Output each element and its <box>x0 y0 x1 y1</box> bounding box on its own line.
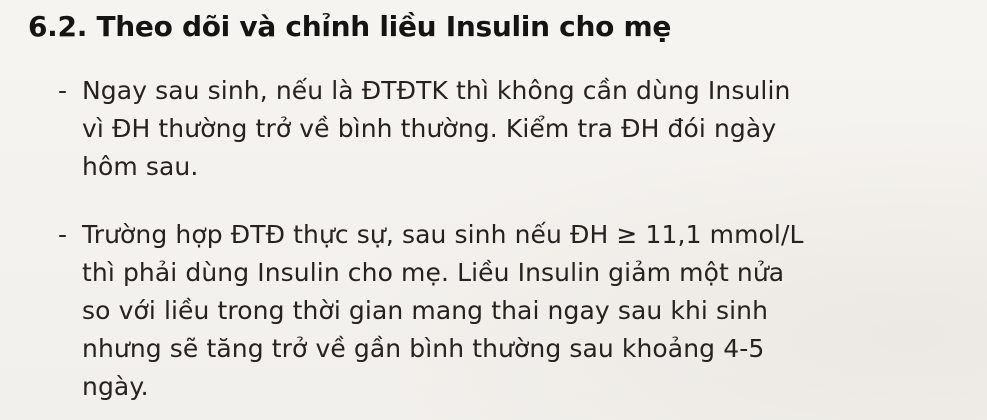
bullet-text: Trường hợp ĐTĐ thực sự, sau sinh nếu ĐH … <box>82 216 932 406</box>
document-page: 6.2. Theo dõi và chỉnh liều Insulin cho … <box>0 0 987 420</box>
text-line: ngày. <box>82 372 149 401</box>
bullet-text: Ngay sau sinh, nếu là ĐTĐTK thì không cầ… <box>82 72 932 186</box>
text-line: Ngay sau sinh, nếu là ĐTĐTK thì không cầ… <box>82 76 791 105</box>
text-line: so với liều trong thời gian mang thai ng… <box>82 296 769 325</box>
text-line: vì ĐH thường trở về bình thường. Kiểm tr… <box>82 114 777 143</box>
text-line: Trường hợp ĐTĐ thực sự, sau sinh nếu ĐH … <box>82 220 804 249</box>
bullet-marker: - <box>58 220 68 249</box>
text-line: nhưng sẽ tăng trở về gần bình thường sau… <box>82 334 765 363</box>
section-heading: 6.2. Theo dõi và chỉnh liều Insulin cho … <box>28 10 672 43</box>
text-line: thì phải dùng Insulin cho mẹ. Liều Insul… <box>82 258 785 287</box>
text-line: hôm sau. <box>82 152 199 181</box>
bullet-marker: - <box>58 76 68 105</box>
